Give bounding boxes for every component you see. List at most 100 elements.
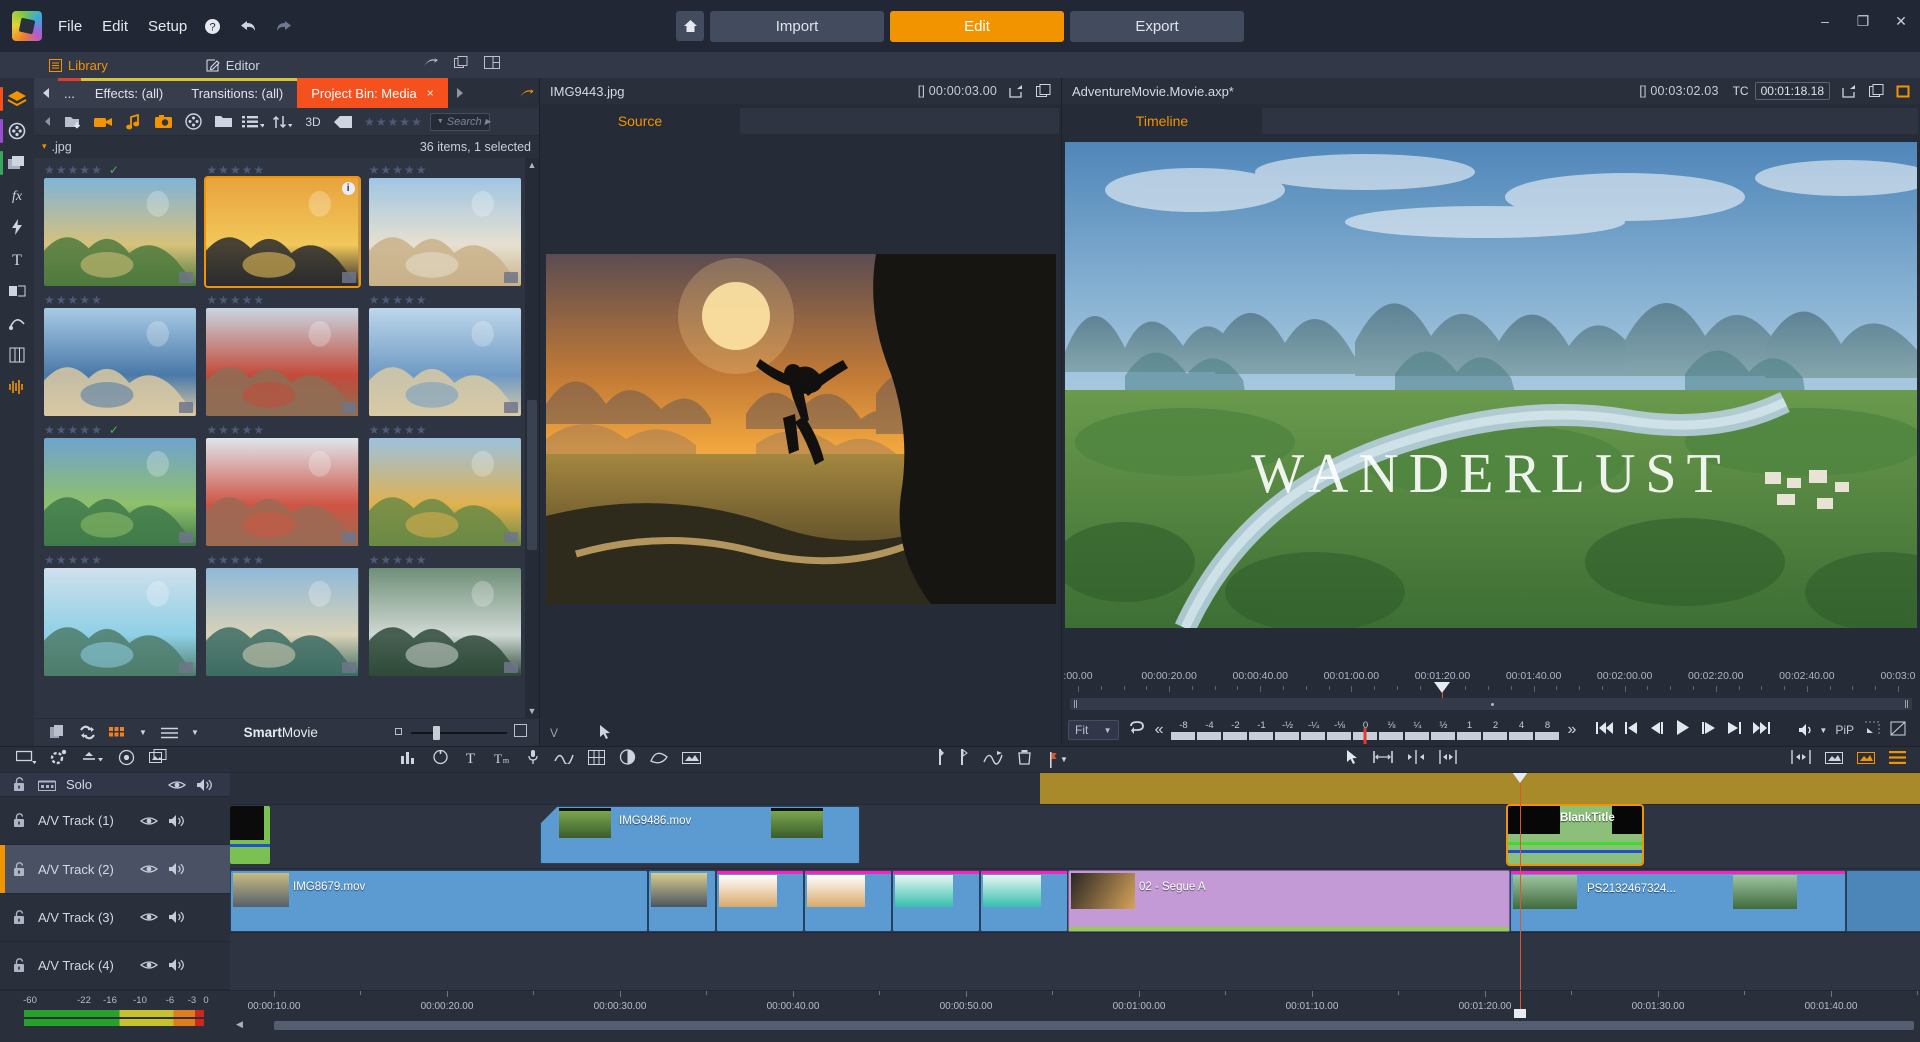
star-icon[interactable]: ★ (56, 423, 67, 437)
star-icon[interactable]: ★ (230, 293, 241, 307)
star-icon[interactable]: ★ (369, 553, 380, 567)
bin-item[interactable]: ★★★★★ (367, 162, 523, 292)
timeline-expand-icon[interactable] (1842, 85, 1857, 98)
bin-item[interactable]: ★★★★★ (42, 552, 198, 682)
speed-step-bar[interactable] (1301, 732, 1325, 740)
title-small-icon[interactable]: Tm (492, 750, 512, 770)
split-tool-icon[interactable] (1407, 750, 1425, 769)
star-icon[interactable]: ★ (416, 553, 427, 567)
lock-icon[interactable] (10, 958, 28, 973)
star-icon[interactable]: ★ (380, 553, 391, 567)
eye-icon[interactable] (140, 815, 158, 827)
bin-item-thumbnail[interactable] (206, 568, 358, 676)
speaker-icon[interactable] (168, 910, 186, 924)
mix-icon[interactable] (432, 749, 449, 770)
scrollbar-grip-right[interactable] (1905, 700, 1908, 708)
detail-view-icon[interactable] (154, 720, 184, 746)
import-button[interactable]: Import (710, 11, 884, 42)
export-clip-icon[interactable] (1825, 750, 1843, 770)
curve-icon[interactable] (554, 750, 574, 769)
bin-item-thumbnail[interactable] (44, 568, 196, 676)
track-header-track-2[interactable]: A/V Track (2) (0, 845, 230, 893)
speed-prev-icon[interactable]: « (1155, 721, 1164, 739)
timeline-detach-icon[interactable] (1869, 84, 1884, 98)
star-icon[interactable]: ★ (91, 163, 102, 177)
step-back-icon[interactable] (1650, 721, 1664, 740)
bin-item-rating[interactable]: ★★★★★ (42, 292, 198, 308)
bin-item[interactable]: ★★★★★ (367, 422, 523, 552)
minimize-button[interactable]: – (1806, 6, 1844, 36)
bin-item-rating[interactable]: ★★★★★ (204, 422, 360, 438)
rail-item-transitions[interactable] (2, 276, 32, 306)
speed-step[interactable]: 2 (1483, 721, 1507, 740)
scroll-down-arrow[interactable]: ▼ (528, 706, 537, 716)
star-icon[interactable]: ★ (404, 423, 415, 437)
speed-step-bar[interactable] (1171, 732, 1195, 740)
bin-item[interactable]: ★★★★★ (367, 292, 523, 422)
title-icon[interactable]: T (463, 750, 478, 770)
tab-library[interactable]: Library (34, 52, 122, 78)
timeline-monitor-ruler[interactable]: :00.0000:00:20.0000:00:40.0000:01:00.000… (1070, 668, 1912, 698)
star-icon[interactable]: ★ (44, 163, 55, 177)
bin-item-thumbnail[interactable] (369, 438, 521, 546)
bin-panel-menu-icon[interactable] (513, 78, 539, 108)
source-pointer-icon[interactable] (598, 724, 612, 743)
overlay-icon[interactable] (149, 749, 167, 770)
star-icon[interactable]: ★ (206, 423, 217, 437)
star-icon[interactable]: ★ (253, 553, 264, 567)
speed-step-bar[interactable] (1405, 732, 1429, 740)
redo-icon[interactable] (273, 15, 295, 37)
select-tool-icon[interactable] (1345, 749, 1359, 770)
snap-icon[interactable] (118, 749, 135, 771)
speed-next-icon[interactable]: » (1567, 721, 1576, 739)
rail-item-film[interactable] (2, 116, 32, 146)
next-frame-icon[interactable] (1727, 721, 1741, 740)
speaker-icon[interactable] (168, 862, 186, 876)
star-icon[interactable]: ★ (91, 293, 102, 307)
menu-edit[interactable]: Edit (102, 18, 128, 35)
timeline-horizontal-scrollbar[interactable] (274, 1021, 1914, 1030)
track-header-track-4[interactable]: A/V Track (4) (0, 942, 230, 990)
rail-item-lightning[interactable] (2, 212, 32, 242)
speed-step-bar[interactable] (1249, 732, 1273, 740)
step-forward-icon[interactable] (1702, 721, 1716, 740)
timeline-fullscreen-icon[interactable] (1896, 85, 1910, 98)
rail-item-templates[interactable] (2, 340, 32, 370)
speed-step-bar[interactable] (1327, 732, 1351, 740)
track-settings-icon[interactable] (50, 749, 68, 770)
layout-icon[interactable] (484, 56, 500, 74)
rail-item-audio[interactable] (2, 372, 32, 402)
speed-step[interactable]: ¼ (1405, 721, 1429, 740)
marker-out-icon[interactable] (959, 749, 969, 770)
eye-icon[interactable] (168, 779, 186, 791)
star-icon[interactable]: ★ (56, 163, 67, 177)
star-icon[interactable]: ★ (392, 553, 403, 567)
star-icon[interactable]: ★ (218, 423, 229, 437)
star-icon[interactable]: ★ (206, 553, 217, 567)
speed-step[interactable]: -8 (1171, 721, 1195, 740)
speed-step-bar[interactable] (1379, 732, 1403, 740)
clip-track2-segue[interactable]: 02 - Segue A (1068, 870, 1510, 932)
sort-icon[interactable] (268, 109, 298, 135)
zoom-slider-knob[interactable] (433, 726, 440, 740)
rail-item-library[interactable] (2, 148, 32, 178)
list-icon[interactable] (1889, 751, 1906, 769)
align-icon[interactable] (1791, 750, 1811, 769)
playhead-handle[interactable] (1512, 773, 1528, 783)
source-video-stage[interactable] (540, 138, 1061, 720)
bin-item[interactable]: ★★★★★ (204, 292, 360, 422)
lock-icon[interactable] (10, 813, 28, 828)
star-icon[interactable]: ★ (79, 293, 90, 307)
eye-icon[interactable] (140, 959, 158, 971)
bin-item[interactable]: ★★★★★ (42, 292, 198, 422)
close-button[interactable]: ✕ (1882, 6, 1920, 36)
star-icon[interactable]: ★ (44, 423, 55, 437)
star-icon[interactable]: ★ (242, 293, 253, 307)
bin-expand-icon[interactable]: ▾ (42, 141, 47, 152)
photo-camera-icon[interactable] (148, 109, 178, 135)
bin-item-rating[interactable]: ★★★★★ (367, 422, 523, 438)
scroll-thumb[interactable] (527, 400, 537, 550)
speed-step[interactable]: 1 (1457, 721, 1481, 740)
crop-icon[interactable] (1864, 721, 1880, 739)
trim-tool-icon[interactable] (1439, 750, 1457, 769)
